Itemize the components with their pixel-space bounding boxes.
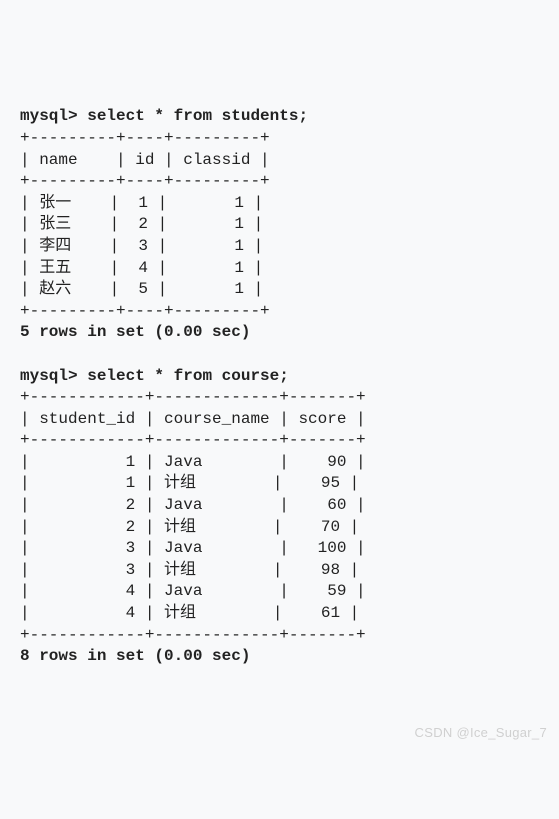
mysql-prompt: mysql>: [20, 107, 87, 125]
table-row: | 李四 | 3 | 1 |: [20, 237, 263, 255]
table-row: | 1 | Java | 90 |: [20, 453, 366, 471]
table-row: | 张三 | 2 | 1 |: [20, 215, 263, 233]
table-row: | 3 | Java | 100 |: [20, 539, 366, 557]
sql-query-1: select * from students;: [87, 107, 308, 125]
table-border: +------------+-------------+-------+: [20, 626, 366, 644]
table-row: | 张一 | 1 | 1 |: [20, 194, 263, 212]
query-status: 5 rows in set (0.00 sec): [20, 323, 250, 341]
table-header: | student_id | course_name | score |: [20, 410, 366, 428]
mysql-prompt: mysql>: [20, 367, 87, 385]
table-row: | 1 | 计组 | 95 |: [20, 474, 359, 492]
table-row: | 赵六 | 5 | 1 |: [20, 280, 263, 298]
sql-query-2: select * from course;: [87, 367, 289, 385]
terminal-output: mysql> select * from students; +--------…: [20, 106, 539, 667]
table-header: | name | id | classid |: [20, 151, 270, 169]
table-border: +---------+----+---------+: [20, 172, 270, 190]
table-row: | 2 | Java | 60 |: [20, 496, 366, 514]
table-row: | 3 | 计组 | 98 |: [20, 561, 359, 579]
table-row: | 2 | 计组 | 70 |: [20, 518, 359, 536]
table-row: | 4 | 计组 | 61 |: [20, 604, 359, 622]
table-border: +---------+----+---------+: [20, 302, 270, 320]
table-row: | 4 | Java | 59 |: [20, 582, 366, 600]
table-border: +---------+----+---------+: [20, 129, 270, 147]
table-border: +------------+-------------+-------+: [20, 388, 366, 406]
query-status: 8 rows in set (0.00 sec): [20, 647, 250, 665]
table-row: | 王五 | 4 | 1 |: [20, 259, 263, 277]
watermark: CSDN @Ice_Sugar_7: [415, 724, 547, 742]
table-border: +------------+-------------+-------+: [20, 431, 366, 449]
